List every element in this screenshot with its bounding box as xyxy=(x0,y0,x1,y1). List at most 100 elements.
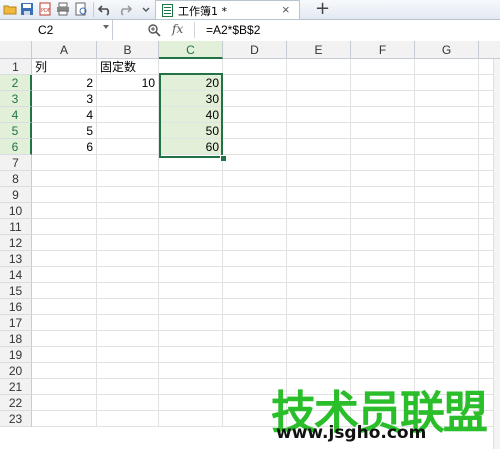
row-header-1[interactable]: 1 xyxy=(0,59,32,75)
cell-d1[interactable] xyxy=(223,59,287,75)
cell-f7[interactable] xyxy=(351,155,415,171)
row-header-10[interactable]: 10 xyxy=(0,203,32,219)
cell-f17[interactable] xyxy=(351,315,415,331)
cell-a12[interactable] xyxy=(32,235,97,251)
cell-d6[interactable] xyxy=(223,139,287,155)
cell-b23[interactable] xyxy=(97,411,159,427)
zoom-icon[interactable] xyxy=(147,23,161,37)
cell-d14[interactable] xyxy=(223,267,287,283)
cell-g15[interactable] xyxy=(415,283,479,299)
cell-d2[interactable] xyxy=(223,75,287,91)
cell-f9[interactable] xyxy=(351,187,415,203)
cell-b21[interactable] xyxy=(97,379,159,395)
name-box[interactable]: C2 xyxy=(0,20,113,40)
cell-a23[interactable] xyxy=(32,411,97,427)
cell-a20[interactable] xyxy=(32,363,97,379)
row-header-18[interactable]: 18 xyxy=(0,331,32,347)
cell-f16[interactable] xyxy=(351,299,415,315)
row-header-3[interactable]: 3 xyxy=(0,91,32,107)
cell-e9[interactable] xyxy=(287,187,351,203)
row-header-4[interactable]: 4 xyxy=(0,107,32,123)
cell-e4[interactable] xyxy=(287,107,351,123)
cell-d5[interactable] xyxy=(223,123,287,139)
cell-g7[interactable] xyxy=(415,155,479,171)
cell-b1[interactable]: 固定数 xyxy=(97,59,159,75)
cell-c3[interactable]: 30 xyxy=(159,91,223,107)
cell-f5[interactable] xyxy=(351,123,415,139)
cell-g16[interactable] xyxy=(415,299,479,315)
cell-e12[interactable] xyxy=(287,235,351,251)
cell-a19[interactable] xyxy=(32,347,97,363)
cell-a22[interactable] xyxy=(32,395,97,411)
cell-c16[interactable] xyxy=(159,299,223,315)
cell-f10[interactable] xyxy=(351,203,415,219)
cell-c13[interactable] xyxy=(159,251,223,267)
cell-a14[interactable] xyxy=(32,267,97,283)
row-header-8[interactable]: 8 xyxy=(0,171,32,187)
column-header-b[interactable]: B xyxy=(97,41,159,59)
cell-b9[interactable] xyxy=(97,187,159,203)
cell-e18[interactable] xyxy=(287,331,351,347)
row-header-16[interactable]: 16 xyxy=(0,299,32,315)
cell-e17[interactable] xyxy=(287,315,351,331)
cell-g6[interactable] xyxy=(415,139,479,155)
chevron-down-icon[interactable] xyxy=(103,25,109,29)
cell-b2[interactable]: 10 xyxy=(97,75,159,91)
cell-c12[interactable] xyxy=(159,235,223,251)
cell-c6[interactable]: 60 xyxy=(159,139,223,155)
cell-a8[interactable] xyxy=(32,171,97,187)
cell-g8[interactable] xyxy=(415,171,479,187)
cell-b4[interactable] xyxy=(97,107,159,123)
cell-d13[interactable] xyxy=(223,251,287,267)
row-header-7[interactable]: 7 xyxy=(0,155,32,171)
column-header-a[interactable]: A xyxy=(32,41,97,59)
cell-c19[interactable] xyxy=(159,347,223,363)
cell-c14[interactable] xyxy=(159,267,223,283)
select-all-corner[interactable] xyxy=(0,41,32,59)
cell-a9[interactable] xyxy=(32,187,97,203)
cell-a5[interactable]: 5 xyxy=(32,123,97,139)
cell-b10[interactable] xyxy=(97,203,159,219)
new-tab-button[interactable]: + xyxy=(315,0,330,19)
cell-f11[interactable] xyxy=(351,219,415,235)
open-folder-icon[interactable] xyxy=(3,2,17,16)
cell-f8[interactable] xyxy=(351,171,415,187)
cell-d12[interactable] xyxy=(223,235,287,251)
cell-c10[interactable] xyxy=(159,203,223,219)
column-header-partial[interactable] xyxy=(479,41,500,59)
cell-f12[interactable] xyxy=(351,235,415,251)
cell-d11[interactable] xyxy=(223,219,287,235)
cell-c7[interactable] xyxy=(159,155,223,171)
cell-a21[interactable] xyxy=(32,379,97,395)
row-header-23[interactable]: 23 xyxy=(0,411,32,427)
tab-workbook[interactable]: 工作簿1 * × xyxy=(155,0,300,19)
cell-g17[interactable] xyxy=(415,315,479,331)
cell-f6[interactable] xyxy=(351,139,415,155)
cell-c23[interactable] xyxy=(159,411,223,427)
cell-g18[interactable] xyxy=(415,331,479,347)
row-header-11[interactable]: 11 xyxy=(0,219,32,235)
vertical-scrollbar[interactable] xyxy=(493,59,500,449)
cell-e15[interactable] xyxy=(287,283,351,299)
column-header-d[interactable]: D xyxy=(223,41,287,59)
cell-e3[interactable] xyxy=(287,91,351,107)
cell-e10[interactable] xyxy=(287,203,351,219)
cell-b14[interactable] xyxy=(97,267,159,283)
cell-c11[interactable] xyxy=(159,219,223,235)
undo-icon[interactable] xyxy=(98,2,112,16)
cell-e8[interactable] xyxy=(287,171,351,187)
redo-icon[interactable] xyxy=(118,2,132,16)
cell-d16[interactable] xyxy=(223,299,287,315)
print-icon[interactable] xyxy=(56,2,70,16)
cell-d8[interactable] xyxy=(223,171,287,187)
cell-c2[interactable]: 20 xyxy=(159,75,223,91)
cell-d10[interactable] xyxy=(223,203,287,219)
cell-d17[interactable] xyxy=(223,315,287,331)
row-header-17[interactable]: 17 xyxy=(0,315,32,331)
row-header-13[interactable]: 13 xyxy=(0,251,32,267)
cell-b22[interactable] xyxy=(97,395,159,411)
cell-b16[interactable] xyxy=(97,299,159,315)
cell-c18[interactable] xyxy=(159,331,223,347)
cell-g3[interactable] xyxy=(415,91,479,107)
close-icon[interactable]: × xyxy=(282,2,290,17)
